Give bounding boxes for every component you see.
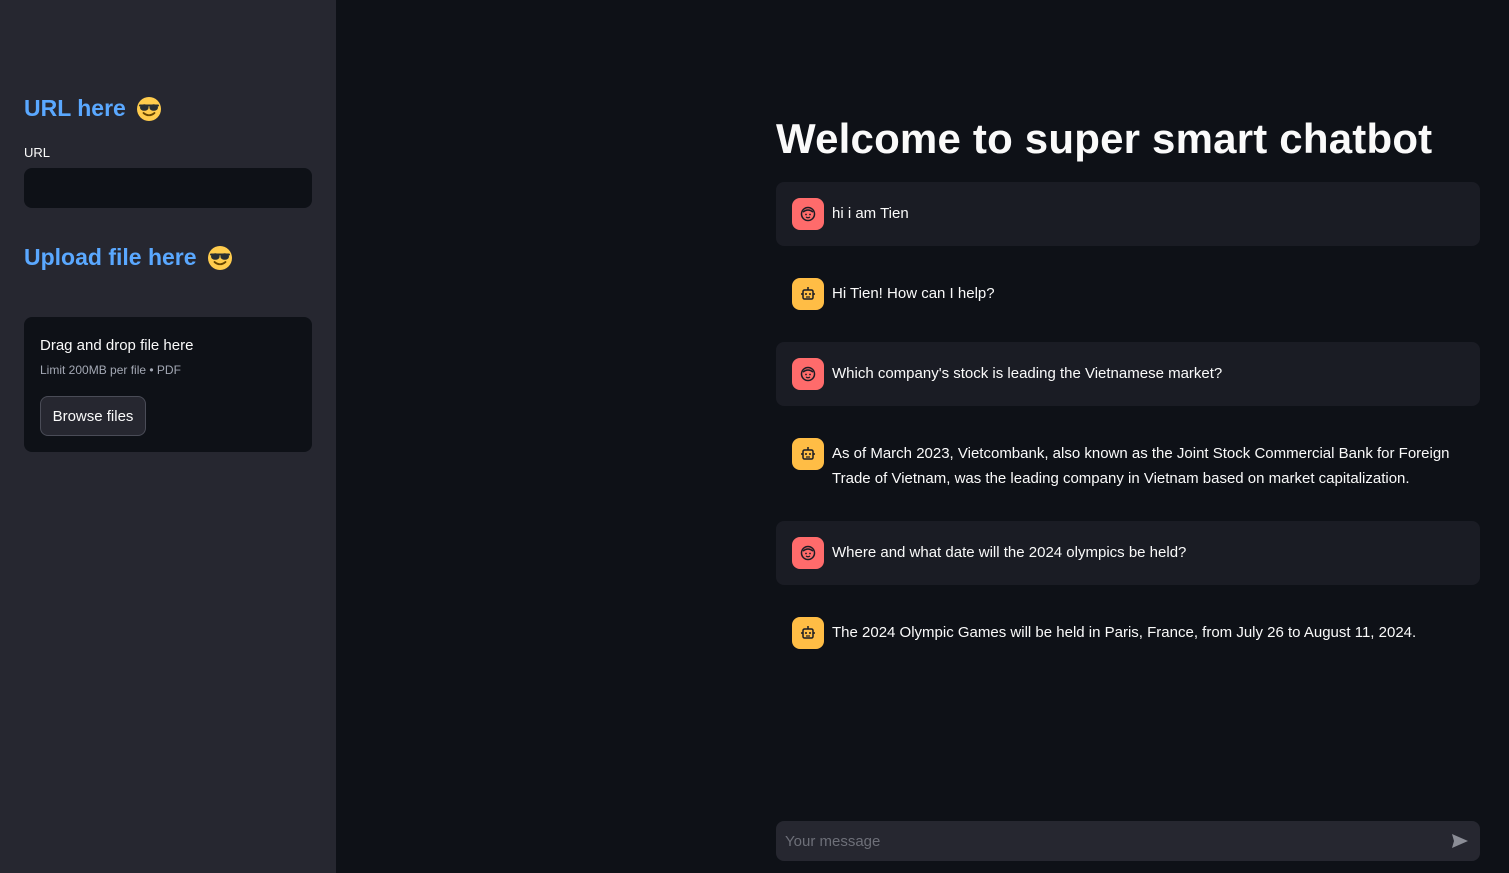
robot-icon <box>801 447 815 460</box>
chat-input-container <box>776 821 1480 861</box>
file-dropzone[interactable]: Drag and drop file here Limit 200MB per … <box>24 317 312 452</box>
page-title: Welcome to super smart chatbot <box>776 115 1433 162</box>
url-heading-text: URL here <box>24 95 126 121</box>
robot-icon <box>801 626 815 639</box>
chat-message-user: Where and what date will the 2024 olympi… <box>776 521 1480 585</box>
chat-message-user: hi i am Tien <box>776 182 1480 246</box>
user-avatar <box>792 198 824 230</box>
bot-avatar <box>792 278 824 310</box>
send-icon <box>1452 834 1468 848</box>
bot-avatar <box>792 617 824 649</box>
user-face-icon <box>800 366 816 382</box>
message-text: Hi Tien! How can I help? <box>832 285 995 302</box>
upload-heading-text: Upload file here <box>24 244 197 270</box>
send-button[interactable] <box>1448 829 1472 853</box>
chat-message-user: Which company's stock is leading the Vie… <box>776 342 1480 406</box>
message-text: The 2024 Olympic Games will be held in P… <box>832 624 1417 641</box>
dropzone-limit: Limit 200MB per file • PDF <box>40 363 181 377</box>
url-heading: URL here <box>24 95 162 122</box>
sunglasses-emoji-icon <box>207 245 232 270</box>
url-label: URL <box>24 145 51 160</box>
message-text: Which company's stock is leading the Vie… <box>832 365 1223 382</box>
browse-files-button[interactable]: Browse files <box>40 396 146 436</box>
message-text: As of March 2023, Vietcombank, also know… <box>832 445 1450 487</box>
user-avatar <box>792 537 824 569</box>
chat-input[interactable] <box>776 821 1436 861</box>
message-text: hi i am Tien <box>832 205 909 222</box>
chat-message-assistant: Hi Tien! How can I help? <box>776 262 1480 326</box>
chat-message-assistant: The 2024 Olympic Games will be held in P… <box>776 601 1480 665</box>
user-face-icon <box>800 206 816 222</box>
app: URL here URL Upload file here Drag and d… <box>0 0 1509 873</box>
chat-message-assistant: As of March 2023, Vietcombank, also know… <box>776 422 1480 506</box>
sidebar: URL here URL Upload file here Drag and d… <box>0 0 336 873</box>
sunglasses-emoji-icon <box>136 96 161 121</box>
message-text: Where and what date will the 2024 olympi… <box>832 544 1187 561</box>
user-face-icon <box>800 545 816 561</box>
user-avatar <box>792 358 824 390</box>
bot-avatar <box>792 438 824 470</box>
url-input[interactable] <box>24 168 312 208</box>
dropzone-title: Drag and drop file here <box>40 337 194 354</box>
upload-heading: Upload file here <box>24 244 233 271</box>
robot-icon <box>801 287 815 300</box>
